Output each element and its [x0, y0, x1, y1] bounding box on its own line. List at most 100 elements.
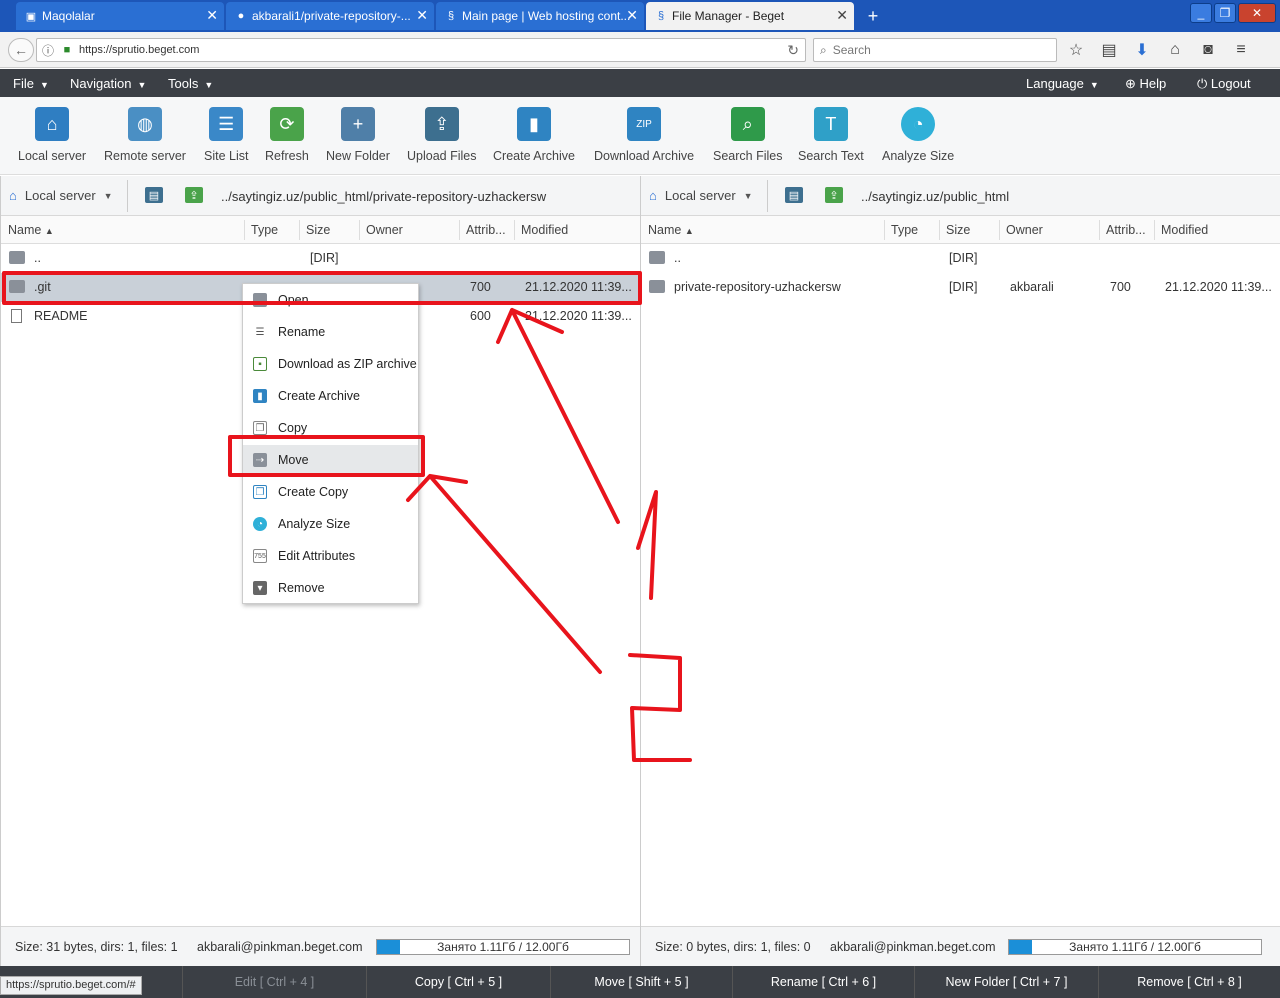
- menu-navigation[interactable]: Navigation ▼: [70, 76, 146, 91]
- column-attributes[interactable]: Attrib...: [1106, 223, 1146, 237]
- context-menu-create-archive[interactable]: ▮ Create Archive: [243, 381, 418, 411]
- file-name: ..: [34, 251, 41, 265]
- browser-tab-beget-main[interactable]: § Main page | Web hosting cont... ✕: [436, 2, 644, 30]
- left-path-bar: ⌂ Local server ▼ ▤ ⇪ ../saytingiz.uz/publi…: [1, 176, 640, 216]
- menu-help[interactable]: ⊕ Help: [1125, 76, 1166, 92]
- menu-file[interactable]: File ▼: [13, 76, 49, 91]
- context-menu-edit-attributes[interactable]: 755 Edit Attributes: [243, 541, 418, 571]
- url-bar[interactable]: ⓘ ■ https://sprutio.beget.com ↻: [36, 38, 806, 62]
- table-row[interactable]: .. [DIR]: [1, 244, 640, 273]
- column-size[interactable]: Size: [946, 223, 970, 237]
- left-server-select[interactable]: ⌂ Local server ▼: [9, 188, 113, 203]
- toolbar-new-folder-button[interactable]: + New Folder: [326, 107, 390, 163]
- download-icon[interactable]: ⬇: [1132, 40, 1152, 60]
- column-type[interactable]: Type: [891, 223, 918, 237]
- table-row[interactable]: .. [DIR]: [641, 244, 1280, 273]
- app-menu-bar: File ▼ Navigation ▼ Tools ▼ Language ▼ ⊕ Hel…: [0, 69, 1280, 97]
- minimize-icon[interactable]: _: [1190, 3, 1212, 23]
- divider: [767, 180, 768, 212]
- close-tab-icon[interactable]: ✕: [836, 7, 848, 24]
- toolbar-create-archive-button[interactable]: ▮ Create Archive: [493, 107, 575, 163]
- home-icon[interactable]: ⌂: [1165, 40, 1185, 60]
- close-tab-icon[interactable]: ✕: [626, 7, 638, 24]
- maximize-icon[interactable]: ❐: [1214, 3, 1236, 23]
- column-modified[interactable]: Modified: [1161, 223, 1208, 237]
- column-modified[interactable]: Modified: [521, 223, 568, 237]
- toolbar-label: Create Archive: [493, 149, 575, 163]
- context-menu-open[interactable]: Open: [243, 285, 418, 315]
- fkey-copy-button[interactable]: Copy [ Ctrl + 5 ]: [366, 966, 550, 998]
- toolbar-label: New Folder: [326, 149, 390, 163]
- browser-tab-github[interactable]: ● akbarali1/private-repository-... ✕: [226, 2, 434, 30]
- parent-folder-icon[interactable]: ⇪: [825, 187, 843, 203]
- right-server-select[interactable]: ⌂ Local server ▼: [649, 188, 753, 203]
- window-controls: _ ❐ ✕: [1190, 3, 1276, 23]
- hamburger-menu-icon[interactable]: ≡: [1231, 40, 1251, 60]
- beget-icon: §: [657, 10, 665, 22]
- fkey-edit-button[interactable]: Edit [ Ctrl + 4 ]: [182, 966, 366, 998]
- column-owner[interactable]: Owner: [366, 223, 403, 237]
- back-arrow-icon[interactable]: ←: [8, 38, 34, 62]
- context-menu-create-copy[interactable]: ❐ Create Copy: [243, 477, 418, 507]
- file-size: [DIR]: [949, 280, 978, 294]
- close-window-icon[interactable]: ✕: [1238, 3, 1276, 23]
- column-type[interactable]: Type: [251, 223, 278, 237]
- browser-search-input[interactable]: ⌕ Search: [813, 38, 1057, 62]
- toolbar-download-archive-button[interactable]: ZIP Download Archive: [594, 107, 694, 163]
- chevron-down-icon: ▼: [103, 190, 113, 201]
- folder-icon: [9, 251, 25, 264]
- parent-folder-icon[interactable]: ⇪: [185, 187, 203, 203]
- divider: [1154, 220, 1155, 240]
- toolbar-search-text-button[interactable]: T Search Text: [798, 107, 864, 163]
- context-menu-rename[interactable]: ☰ Rename: [243, 317, 418, 347]
- browser-tab-maqolalar[interactable]: ▣ Maqolalar ✕: [16, 2, 224, 30]
- toolbar-analyze-size-button[interactable]: ◔ Analyze Size: [882, 107, 954, 163]
- toolbar-search-files-button[interactable]: ⌕ Search Files: [713, 107, 782, 163]
- tab-title: Maqolalar: [42, 9, 95, 23]
- column-name[interactable]: Name ▲: [648, 223, 694, 237]
- close-tab-icon[interactable]: ✕: [416, 7, 428, 24]
- fkey-remove-button[interactable]: Remove [ Ctrl + 8 ]: [1098, 966, 1280, 998]
- table-row[interactable]: private-repository-uzhackersw [DIR] akba…: [641, 273, 1280, 302]
- menu-item-label: Edit Attributes: [278, 549, 356, 563]
- context-menu-download-zip[interactable]: ▪ Download as ZIP archive: [243, 349, 418, 379]
- reload-icon[interactable]: ↻: [787, 42, 799, 59]
- close-tab-icon[interactable]: ✕: [206, 7, 218, 24]
- column-size[interactable]: Size: [306, 223, 330, 237]
- zip-icon: ▪: [253, 357, 267, 371]
- fkey-rename-button[interactable]: Rename [ Ctrl + 6 ]: [732, 966, 914, 998]
- toolbar-refresh-button[interactable]: ⟳ Refresh: [265, 107, 309, 163]
- context-menu-remove[interactable]: ▾ Remove: [243, 573, 418, 603]
- menu-tools[interactable]: Tools ▼: [168, 76, 213, 91]
- article-icon: ▣: [25, 10, 37, 23]
- toolbar-site-list-button[interactable]: ☰ Site List: [204, 107, 248, 163]
- menu-language[interactable]: Language ▼: [1026, 76, 1099, 91]
- bookmark-star-icon[interactable]: ☆: [1066, 40, 1086, 60]
- pocket-icon[interactable]: ◙: [1198, 40, 1218, 60]
- url-text[interactable]: https://sprutio.beget.com: [79, 44, 199, 56]
- selection-summary: Size: 0 bytes, dirs: 1, files: 0: [655, 940, 811, 954]
- column-name[interactable]: Name ▲: [8, 223, 54, 237]
- folder-open-icon: [253, 293, 267, 307]
- toolbar-remote-server-button[interactable]: ◍ Remote server: [104, 107, 186, 163]
- column-attributes[interactable]: Attrib...: [466, 223, 506, 237]
- browser-tab-file-manager[interactable]: § File Manager - Beget ✕: [646, 2, 854, 30]
- right-status-bar: Size: 0 bytes, dirs: 1, files: 0 akbaral…: [641, 926, 1280, 966]
- drive-icon[interactable]: ▤: [785, 187, 803, 203]
- context-menu-move[interactable]: ⇢ Move: [243, 445, 418, 475]
- column-label: Name: [8, 223, 42, 237]
- right-path[interactable]: ../saytingiz.uz/public_html: [861, 189, 1009, 204]
- context-menu-analyze-size[interactable]: ◔ Analyze Size: [243, 509, 418, 539]
- reading-list-icon[interactable]: ▤: [1099, 40, 1119, 60]
- fkey-new-folder-button[interactable]: New Folder [ Ctrl + 7 ]: [914, 966, 1098, 998]
- context-menu-copy[interactable]: ❐ Copy: [243, 413, 418, 443]
- drive-icon[interactable]: ▤: [145, 187, 163, 203]
- new-tab-button[interactable]: +: [862, 5, 884, 27]
- fkey-move-button[interactable]: Move [ Shift + 5 ]: [550, 966, 732, 998]
- column-owner[interactable]: Owner: [1006, 223, 1043, 237]
- toolbar-upload-files-button[interactable]: ⇪ Upload Files: [407, 107, 476, 163]
- menu-logout[interactable]: ⏻ Logout: [1197, 76, 1251, 92]
- toolbar-local-server-button[interactable]: ⌂ Local server: [18, 107, 86, 163]
- info-icon[interactable]: ⓘ: [37, 42, 59, 59]
- left-path[interactable]: ../saytingiz.uz/public_html/private-repo…: [221, 189, 546, 204]
